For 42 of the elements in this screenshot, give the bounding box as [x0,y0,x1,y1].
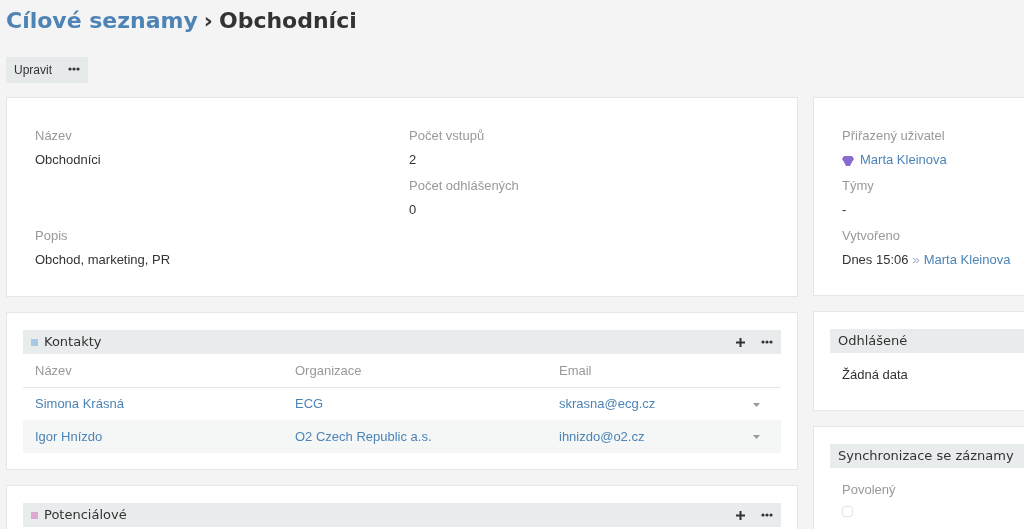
field-label: Povolený [842,481,897,499]
field-value: Obchodníci [35,150,102,169]
table-link[interactable]: ECG [295,396,324,411]
panel-title: Potenciálové [44,506,127,525]
table-link[interactable]: Igor Hnízdo [35,428,103,444]
separator: » [912,251,920,267]
field-label: Popis [35,227,69,245]
more-icon[interactable] [761,340,773,344]
panel-title: Synchronizace se záznamy [838,447,1014,466]
table-link[interactable]: skrasna@ecg.cz [559,396,656,411]
enabled-checkbox[interactable] [842,505,853,517]
add-icon[interactable] [736,510,745,520]
more-icon [68,67,80,72]
user-link[interactable]: Marta Kleinova [923,251,1011,267]
column-header: Název [23,354,283,387]
field-value: Obchod, marketing, PR [35,250,172,269]
table-link[interactable]: Simona Krásná [35,396,124,411]
breadcrumb-separator: › [203,8,213,33]
field-label: Týmy [842,177,875,195]
add-icon[interactable] [736,337,745,347]
column-header: Email [547,354,741,387]
field-value: 2 [409,150,418,169]
field-label: Vytvořeno [842,227,902,245]
field-value: 0 [409,200,418,219]
field-label: Počet odhlášených [409,177,520,195]
panel-title: Kontakty [44,333,102,352]
user-avatar-icon [842,154,854,166]
page-title: Obchodníci [218,8,357,33]
panel-title: Odhlášené [838,332,908,351]
field-label: Název [35,127,73,145]
created-time: Dnes 15:06 [842,251,909,267]
edit-button[interactable]: Upravit [6,57,60,83]
empty-message: Žádná data [842,366,909,384]
more-icon[interactable] [761,513,773,517]
caret-icon[interactable] [753,435,760,440]
field-label: Přiřazený uživatel [842,127,946,145]
field-value: - [842,201,847,217]
caret-icon[interactable] [753,402,760,407]
column-header: Organizace [283,354,547,387]
field-label: Počet vstupů [409,127,486,145]
user-link[interactable]: Marta Kleinova [860,151,947,167]
breadcrumb-link[interactable]: Cílové seznamy [6,8,198,33]
